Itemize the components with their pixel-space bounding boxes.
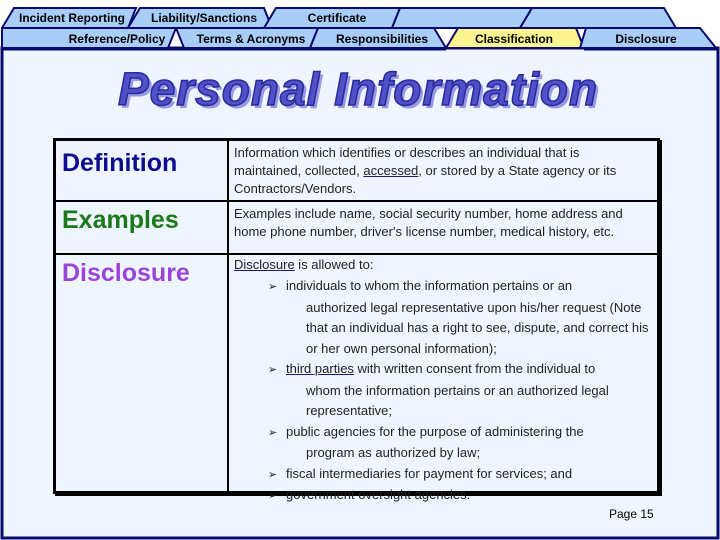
third-parties-link[interactable]: third parties (286, 361, 354, 376)
tab-terms-acronyms[interactable]: Terms & Acronyms (197, 32, 306, 46)
tab-responsibilities[interactable]: Responsibilities (336, 32, 428, 46)
tab-disclosure[interactable]: Disclosure (615, 32, 676, 46)
tab-certificate[interactable]: Certificate (308, 11, 367, 25)
tab-shape-row1-4 (518, 7, 678, 29)
arrow-bullet-icon: ➢ (268, 426, 278, 439)
bullet-continuation: program as authorized by law; (306, 445, 481, 460)
tab-liability-sanctions[interactable]: Liability/Sanctions (151, 11, 257, 25)
arrow-bullet-icon: ➢ (268, 468, 278, 481)
bullet-text: with written consent from the individual… (353, 361, 596, 376)
arrow-bullet-icon: ➢ (268, 490, 278, 502)
term-disclosure: Disclosure (62, 259, 190, 287)
term-definition: Definition (62, 149, 178, 177)
disclosure-link[interactable]: Disclosure (234, 257, 295, 272)
disclosure-bullet: ➢ third parties with written consent from… (234, 359, 649, 422)
tab-classification[interactable]: Classification (475, 32, 553, 46)
table-row-disclosure: Disclosure Disclosure is allowed to: ➢ in… (56, 253, 657, 502)
examples-text: Examples include name, social security n… (234, 206, 623, 239)
info-table: Definition Information which identifies … (53, 138, 660, 502)
disclosure-bullet-list: ➢ individuals to whom the information per… (234, 276, 649, 507)
disclosure-bullet: ➢ fiscal intermediaries for payment for s… (234, 464, 649, 486)
page-number: Page 15 (609, 507, 654, 521)
bullet-continuation: authorized legal representative upon his… (306, 299, 649, 356)
disclosure-intro: Disclosure is allowed to: (234, 256, 649, 274)
table-row-examples: Examples Examples include name, social s… (56, 200, 657, 255)
bullet-text: public agencies for the purpose of admin… (286, 423, 584, 439)
page-title-container: Personal Information (117, 62, 618, 122)
accessed-link[interactable]: accessed (363, 163, 418, 178)
disclosure-bullet: ➢ public agencies for the purpose of admi… (234, 422, 649, 464)
tab-incident-reporting[interactable]: Incident Reporting (19, 11, 125, 25)
page-title: Personal Information (117, 62, 599, 116)
bullet-text: fiscal intermediaries for payment for se… (286, 465, 573, 481)
bullet-continuation: whom the information pertains or an auth… (306, 382, 609, 419)
arrow-bullet-icon: ➢ (268, 364, 278, 376)
definition-text: Information which identifies or describe… (234, 144, 649, 198)
bullet-text: government oversight agencies. (286, 487, 471, 502)
term-examples: Examples (62, 206, 179, 234)
disclosure-intro-rest: is allowed to: (294, 257, 374, 272)
tab-reference-policy[interactable]: Reference/Policy (69, 32, 166, 46)
disclosure-bullet: ➢ government oversight agencies. (234, 485, 649, 507)
disclosure-text: Disclosure is allowed to: ➢ individuals t… (234, 256, 649, 507)
bullet-text: individuals to whom the information pert… (286, 278, 573, 293)
disclosure-bullet: ➢ individuals to whom the information per… (234, 276, 649, 359)
table-row-definition: Definition Information which identifies … (56, 141, 657, 202)
tab-shape-row1-3 (390, 7, 534, 29)
arrow-bullet-icon: ➢ (268, 281, 278, 293)
